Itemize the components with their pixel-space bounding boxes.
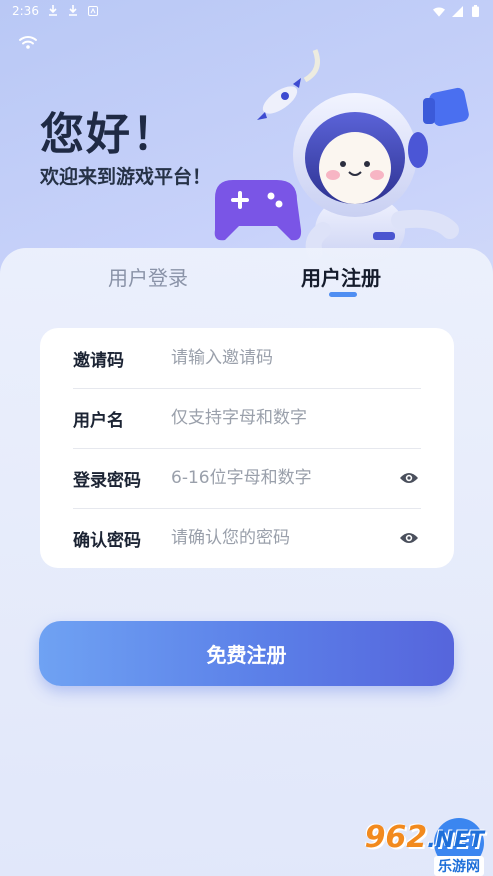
download-icon: [47, 5, 59, 17]
confirm-password-label: 确认密码: [73, 530, 141, 551]
download-icon: [67, 5, 79, 17]
username-label: 用户名: [73, 410, 124, 431]
password-input[interactable]: [171, 468, 397, 488]
greeting-title: 您好！: [40, 109, 178, 160]
watermark-logo: 962.NET 乐游网: [352, 819, 490, 876]
signal-icon: [451, 5, 463, 17]
watermark-sub: 乐游网: [434, 855, 484, 876]
register-form: 邀请码 用户名 登录密码 确认密码: [40, 328, 454, 568]
active-tab-indicator: [329, 292, 357, 297]
password-row: 登录密码: [73, 448, 421, 508]
clock: 2:36: [12, 4, 39, 18]
invite-code-row: 邀请码: [73, 328, 421, 388]
status-bar: 2:36: [0, 0, 493, 22]
invite-code-label: 邀请码: [73, 350, 124, 371]
confirm-password-row: 确认密码: [73, 508, 421, 568]
rocket-icon: [257, 49, 320, 120]
thumbs-up-icon: [423, 87, 469, 127]
tab-login[interactable]: 用户登录: [108, 262, 188, 291]
wifi-icon: [18, 34, 38, 54]
wifi-icon: [433, 5, 445, 17]
confirm-password-input[interactable]: [171, 528, 397, 548]
battery-icon: [469, 5, 481, 17]
welcome-subtitle: 欢迎来到游戏平台！: [40, 166, 212, 188]
notification-icon: [87, 5, 99, 17]
username-row: 用户名: [73, 388, 421, 448]
watermark-brand: 962.NET: [364, 819, 484, 855]
tab-register[interactable]: 用户注册: [301, 262, 381, 291]
eye-icon[interactable]: [397, 526, 421, 550]
eye-icon[interactable]: [397, 466, 421, 490]
register-button[interactable]: 免费注册: [39, 621, 454, 686]
astronaut-illustration: [214, 49, 469, 265]
password-label: 登录密码: [73, 470, 141, 491]
username-input[interactable]: [171, 408, 421, 428]
invite-code-input[interactable]: [171, 348, 421, 368]
game-controller-icon: [214, 180, 302, 241]
